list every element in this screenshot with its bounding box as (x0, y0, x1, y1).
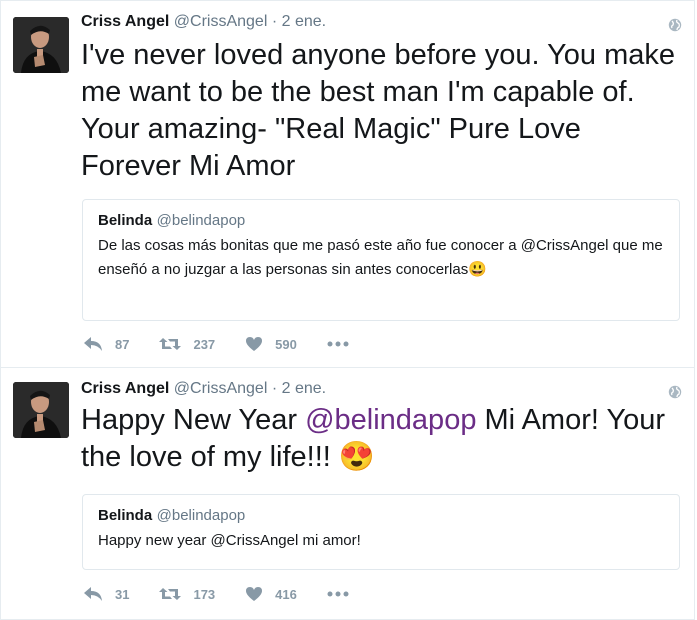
retweet-icon (159, 338, 182, 350)
quote-author-handle: @belindapop (156, 507, 246, 524)
retweet-count: 237 (193, 336, 216, 352)
quote-author-name: Belinda (98, 212, 153, 229)
tweet-actions: 87 237 590 (83, 336, 391, 352)
quote-author-name: Belinda (98, 507, 153, 524)
reply-button[interactable]: 87 (83, 336, 129, 352)
author-name[interactable]: Criss Angel (81, 13, 169, 30)
tweet-text: Happy New Year @belindapop Mi Amor! Your… (81, 402, 681, 476)
tweet-header: Criss Angel @CrissAngel · 2 ene. (81, 13, 326, 31)
reply-count: 31 (115, 586, 130, 602)
more-button[interactable] (327, 591, 361, 597)
quote-author-handle: @belindapop (156, 212, 246, 229)
more-icon (327, 591, 349, 597)
author-handle[interactable]: @CrissAngel (174, 13, 268, 30)
reply-count: 87 (115, 336, 130, 352)
tweet-header: Criss Angel @CrissAngel · 2 ene. (81, 380, 326, 398)
quoted-tweet[interactable]: Belinda @belindapop De las cosas más bon… (82, 199, 680, 321)
author-handle[interactable]: @CrissAngel (174, 380, 268, 397)
globe-icon (668, 18, 682, 32)
tweet-actions: 31 173 416 (83, 586, 391, 602)
quoted-tweet[interactable]: Belinda @belindapop Happy new year @Cris… (82, 494, 680, 570)
like-button[interactable]: 416 (245, 586, 297, 602)
heart-icon (246, 337, 263, 351)
reply-icon (84, 337, 102, 351)
avatar[interactable] (13, 382, 69, 438)
tweet-date[interactable]: · 2 ene. (272, 13, 326, 30)
mention-link[interactable]: @belindapop (305, 404, 476, 436)
quote-text: De las cosas más bonitas que me pasó est… (98, 237, 663, 278)
reply-icon (84, 587, 102, 601)
tweet-text-prefix: Happy New Year (81, 404, 306, 436)
retweet-count: 173 (193, 586, 216, 602)
reply-button[interactable]: 31 (83, 586, 129, 602)
globe-icon (668, 385, 682, 399)
retweet-icon (159, 588, 182, 600)
quote-text: Happy new year @CrissAngel mi amor! (98, 532, 361, 549)
like-count: 590 (275, 336, 297, 352)
like-button[interactable]: 590 (245, 336, 297, 352)
tweet[interactable]: Criss Angel @CrissAngel · 2 ene. I've ne… (0, 0, 695, 368)
retweet-button[interactable]: 173 (159, 586, 215, 602)
tweet-date[interactable]: · 2 ene. (272, 380, 326, 397)
retweet-button[interactable]: 237 (159, 336, 215, 352)
tweet[interactable]: Criss Angel @CrissAngel · 2 ene. Happy N… (0, 368, 695, 620)
heart-icon (246, 587, 263, 601)
more-button[interactable] (327, 341, 361, 347)
tweet-text: I've never loved anyone before you. You … (81, 39, 676, 182)
avatar[interactable] (13, 17, 69, 73)
author-name[interactable]: Criss Angel (81, 380, 169, 397)
like-count: 416 (275, 586, 297, 602)
more-icon (327, 341, 349, 347)
